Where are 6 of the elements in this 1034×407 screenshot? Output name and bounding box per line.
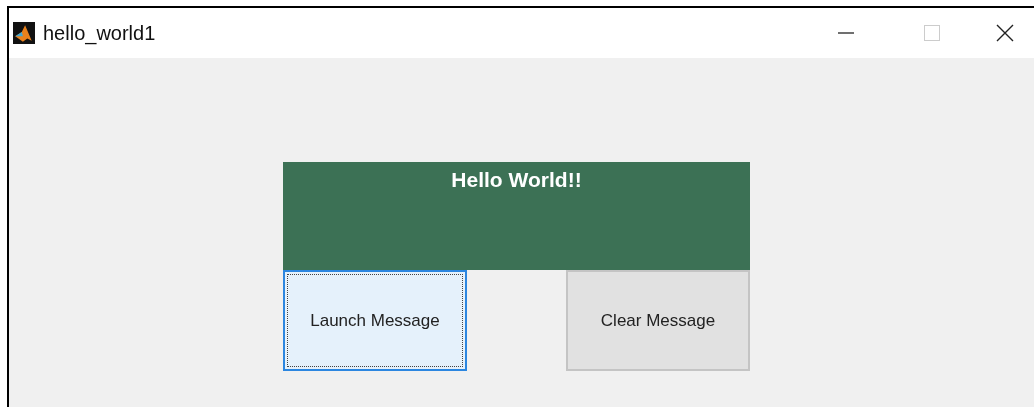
message-button[interactable]: Clear Message	[566, 270, 750, 371]
window-title: hello_world1	[43, 21, 156, 45]
app-icon	[13, 22, 35, 44]
close-icon[interactable]	[996, 24, 1014, 42]
message-text: Hello World!!	[451, 168, 582, 193]
message-button[interactable]: Launch Message	[283, 270, 467, 371]
